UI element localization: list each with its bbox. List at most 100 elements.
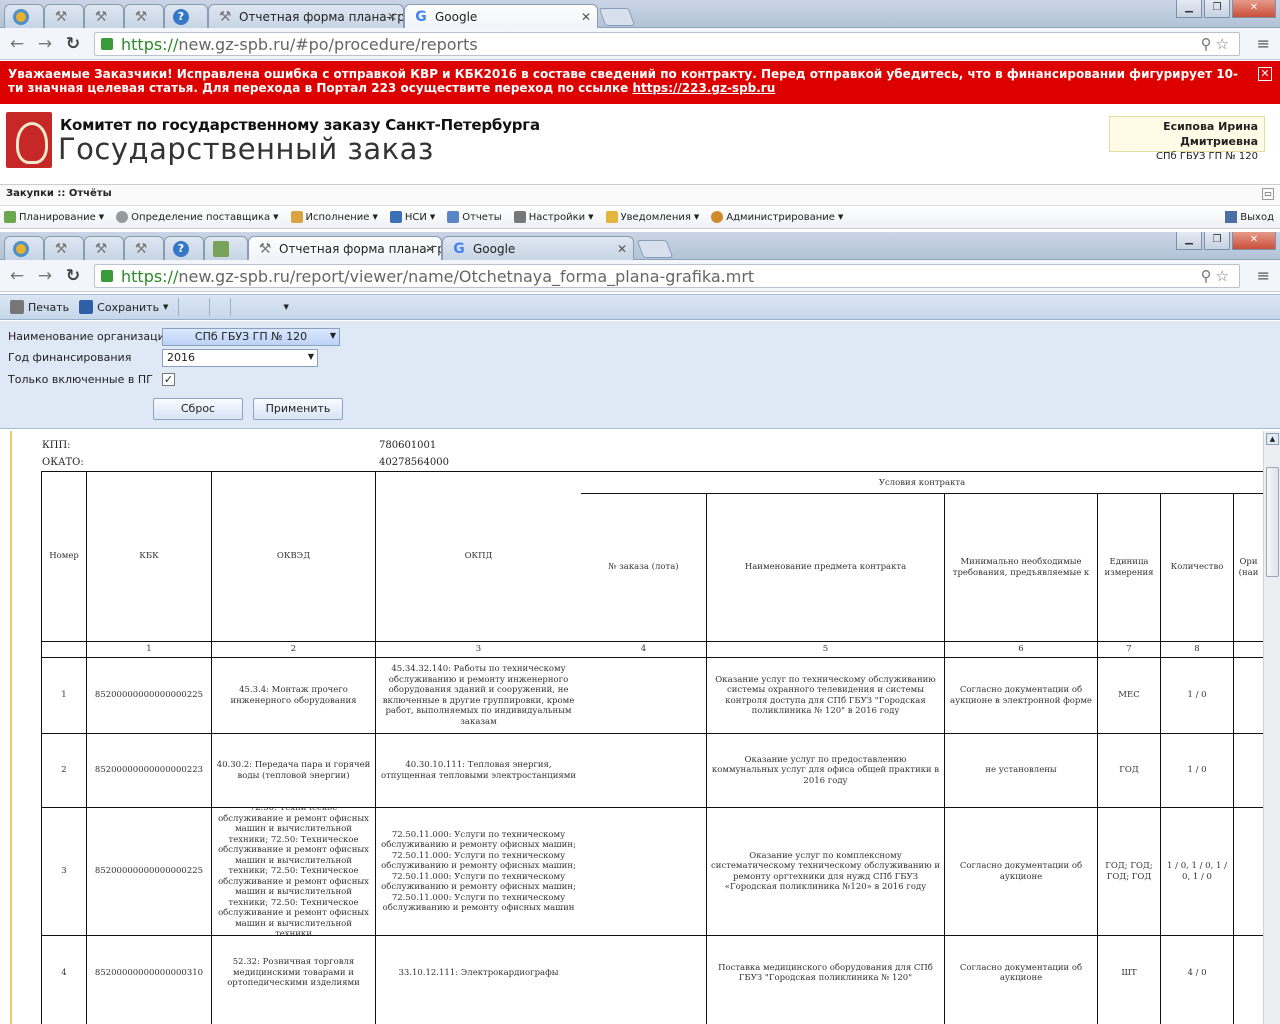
reload-icon[interactable]: ↻ — [62, 34, 84, 54]
tools-icon: ⚒ — [94, 8, 108, 25]
close-window-icon[interactable]: ✕ — [1232, 0, 1276, 18]
row-number: 2 — [61, 765, 67, 776]
row-okved: 52.32: Розничная торговля медицинскими т… — [227, 957, 360, 989]
forward-icon[interactable]: → — [34, 34, 56, 54]
menu-label: Настройки — [528, 211, 586, 223]
maximize-icon[interactable]: ❐ — [1204, 0, 1230, 18]
row-lot — [581, 658, 706, 733]
tab-portal[interactable] — [4, 236, 44, 260]
row-subject: Поставка медицинского оборудования для С… — [718, 962, 933, 984]
row-lot — [581, 734, 706, 807]
row-subject: Оказание услуг по комплексному системати… — [711, 850, 940, 893]
reload-icon[interactable]: ↻ — [62, 266, 84, 286]
tab-tools-1[interactable]: ⚒ — [44, 4, 84, 28]
menu-notifications[interactable]: Уведомления ▼ — [605, 211, 700, 223]
menu-execution[interactable]: Исполнение ▼ — [290, 211, 378, 223]
back-icon[interactable]: ← — [6, 266, 28, 286]
tab-report-active[interactable]: ⚒ Отчетная форма плана-гр ✕ — [248, 236, 442, 260]
included-checkbox[interactable]: ✓ — [162, 373, 175, 386]
tools-icon: ⚒ — [258, 240, 272, 257]
browser-menu-icon[interactable]: ≡ — [1257, 34, 1270, 53]
banner-link[interactable]: https://223.gz-spb.ru — [632, 81, 775, 95]
col-number: 4 — [640, 644, 647, 655]
tools-icon: ⚒ — [218, 8, 232, 25]
col-header-cutoff: Ори (наи — [1238, 557, 1259, 578]
row-unit: ГОД; ГОД; ГОД; ГОД — [1105, 861, 1153, 882]
zoom-star-icons[interactable]: ⚲☆ — [1201, 35, 1233, 53]
menu-admin[interactable]: Администрирование ▼ — [711, 211, 843, 223]
minimize-icon[interactable]: ▁ — [1176, 0, 1202, 18]
outer-address-bar: ← → ↻ https:// new.gz-spb.ru/#po/procedu… — [0, 28, 1280, 60]
save-label: Сохранить — [97, 300, 160, 314]
close-window-icon[interactable]: ✕ — [1232, 232, 1276, 250]
close-icon[interactable]: ✕ — [387, 10, 397, 24]
new-tab-button[interactable] — [636, 240, 674, 258]
tools-icon: ⚒ — [134, 8, 148, 25]
pencil-icon — [290, 211, 303, 223]
menu-supplier[interactable]: Определение поставщика ▼ — [116, 211, 279, 223]
row-unit: ГОД — [1119, 765, 1139, 776]
browser-menu-icon[interactable]: ≡ — [1257, 266, 1270, 285]
col-header-lot: № заказа (лота) — [608, 562, 679, 573]
tab-tools-2[interactable]: ⚒ — [84, 4, 124, 28]
org-label: Наименование организации — [8, 330, 172, 343]
google-icon: G — [453, 240, 465, 257]
printer-icon — [10, 300, 24, 314]
save-button[interactable]: Сохранить ▼ — [79, 300, 168, 314]
row-number: 3 — [61, 866, 67, 877]
row-unit: МЕС — [1118, 690, 1140, 701]
back-icon[interactable]: ← — [6, 34, 28, 54]
tab-google[interactable]: G Google ✕ — [404, 4, 598, 28]
org-select[interactable]: СПб ГБУЗ ГП № 120 ▼ — [162, 328, 340, 346]
print-button[interactable]: Печать — [10, 300, 69, 314]
tab-map[interactable] — [204, 236, 248, 260]
menu-nsi[interactable]: НСИ ▼ — [389, 211, 435, 223]
row-quantity: 1 / 0 — [1187, 765, 1207, 776]
chevron-down-icon: ▼ — [837, 213, 844, 221]
col-header-number: Номер — [49, 551, 79, 562]
apply-button[interactable]: Применить — [253, 398, 343, 420]
year-select[interactable]: 2016 ▼ — [162, 349, 318, 367]
tab-tools-2[interactable]: ⚒ — [84, 236, 124, 260]
row-subject: Оказание услуг по предоставлению коммуна… — [711, 754, 940, 786]
maximize-icon[interactable]: ▭ — [1262, 188, 1274, 200]
tab-help[interactable]: ? — [164, 4, 208, 28]
tab-tools-3[interactable]: ⚒ — [124, 236, 164, 260]
zoom-star-icons[interactable]: ⚲☆ — [1201, 267, 1233, 285]
menu-planning[interactable]: Планирование ▼ — [4, 211, 104, 223]
tools-icon: ⚒ — [134, 240, 148, 257]
row-unit: ШТ — [1121, 967, 1137, 978]
close-icon[interactable]: ✕ — [1258, 67, 1272, 81]
close-icon[interactable]: ✕ — [425, 242, 435, 256]
tools-icon: ⚒ — [54, 8, 68, 25]
report-parameters: Наименование организации СПб ГБУЗ ГП № 1… — [0, 321, 1280, 429]
menu-reports[interactable]: Отчеты — [447, 211, 502, 223]
url-input[interactable]: https:// new.gz-spb.ru/report/viewer/nam… — [94, 264, 1240, 288]
chevron-down-icon: ▼ — [693, 213, 700, 221]
url-input[interactable]: https:// new.gz-spb.ru/#po/procedure/rep… — [94, 32, 1240, 56]
row-requirements: Согласно документации об аукционе — [959, 962, 1083, 984]
tab-tools-3[interactable]: ⚒ — [124, 4, 164, 28]
tab-title: Отчетная форма плана-гр — [239, 9, 404, 24]
tab-title: Google — [473, 241, 516, 256]
close-icon[interactable]: ✕ — [617, 242, 627, 256]
scroll-thumb[interactable] — [1266, 467, 1279, 577]
scroll-up-icon[interactable]: ▲ — [1266, 433, 1279, 445]
maximize-icon[interactable]: ❐ — [1204, 232, 1230, 250]
tab-tools-1[interactable]: ⚒ — [44, 236, 84, 260]
tab-help[interactable]: ? — [164, 236, 204, 260]
menu-settings[interactable]: Настройки ▼ — [513, 211, 594, 223]
tab-google[interactable]: G Google ✕ — [442, 236, 634, 260]
forward-icon[interactable]: → — [34, 266, 56, 286]
close-icon[interactable]: ✕ — [581, 10, 591, 24]
tab-report[interactable]: ⚒ Отчетная форма плана-гр ✕ — [208, 4, 404, 28]
chevron-down-icon[interactable]: ▼ — [283, 303, 288, 311]
minimize-icon[interactable]: ▁ — [1176, 232, 1202, 250]
exit-button[interactable]: Выход — [1225, 211, 1274, 223]
new-tab-button[interactable] — [598, 8, 636, 26]
reset-button[interactable]: Сброс — [153, 398, 243, 420]
user-info[interactable]: Есипова Ирина Дмитриевна СПб ГБУЗ ГП № 1… — [1109, 116, 1265, 162]
kpp-label: КПП: — [42, 440, 71, 451]
report-scrollbar[interactable]: ▲ — [1263, 431, 1280, 1024]
tab-portal[interactable] — [4, 4, 44, 28]
